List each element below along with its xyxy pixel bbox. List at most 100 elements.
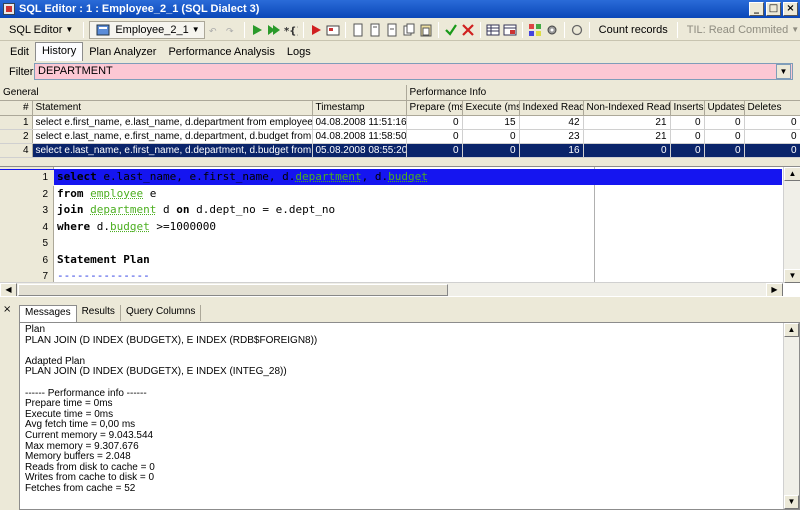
scroll-up-icon[interactable]: ▲ [784,323,799,337]
editor-horizontal-scrollbar[interactable]: ◀ ▶ [0,282,783,297]
sql-keyword: on [176,203,190,216]
sql-keyword: Statement Plan [57,252,150,266]
statement-cell: select e.last_name, e.first_name, d.depa… [32,143,313,158]
sql-editor-label: SQL Editor [9,23,63,36]
col-num-header[interactable]: # [0,100,33,116]
col-statement-header[interactable]: Statement [32,100,313,116]
indexed-reads-cell: 42 [519,115,584,130]
col-execute-header[interactable]: Execute (ms) [462,100,520,116]
table-row[interactable]: 1 select e.first_name, e.last_name, d.dep… [0,115,800,130]
database-icon [94,21,112,39]
deletes-cell: 0 [744,129,800,144]
tab-performance-analysis[interactable]: Performance Analysis [162,44,280,61]
editor-line[interactable]: 5 [0,235,782,251]
grid-export-icon[interactable] [503,21,517,39]
message-line: PLAN JOIN (D INDEX (BUDGETX), E INDEX (I… [25,366,287,378]
editor-line[interactable]: 1 select e.last_name, e.first_name, d.dep… [0,169,782,186]
execute-cell: 15 [462,115,520,130]
config-icon[interactable] [545,21,559,39]
message-line: Current memory = 9.043.544 [25,429,154,441]
line-number: 6 [42,254,48,266]
tab-results[interactable]: Results [77,305,121,321]
col-updates-header[interactable]: Updates [704,100,745,116]
sql-text: , d. [361,170,389,183]
prepare-cell: 0 [406,129,463,144]
sql-text: d.dept_no = e.dept_no [189,203,336,216]
tab-messages[interactable]: Messages [19,305,77,323]
scroll-right-icon[interactable]: ▶ [766,283,783,297]
messages-vertical-scrollbar[interactable]: ▲ ▼ [783,323,799,509]
col-timestamp-header[interactable]: Timestamp [312,100,407,116]
tab-edit[interactable]: Edit [4,44,35,61]
non-indexed-reads-cell: 21 [583,115,671,130]
chevron-down-icon: ▼ [65,25,74,34]
table-row[interactable]: 4 select e.last_name, e.first_name, d.dep… [0,143,800,158]
horizontal-scroll-thumb[interactable] [18,284,448,296]
indexed-reads-cell: 23 [519,129,584,144]
editor-line[interactable]: 2 from employee e [0,186,782,202]
run-step-icon[interactable] [267,21,281,39]
save-doc-icon[interactable] [385,21,399,39]
sql-table-name: department [90,203,157,216]
refresh-icon[interactable] [570,21,584,39]
plan-icon[interactable] [326,21,340,39]
editor-line[interactable]: 6 Statement Plan [0,252,782,268]
messages-box[interactable]: Plan PLAN JOIN (D INDEX (BUDGETX), E INDE… [19,322,800,510]
grid-edit-icon[interactable] [486,21,500,39]
close-button[interactable]: × [783,2,798,16]
sql-text: e [143,186,157,200]
database-dropdown[interactable]: Employee_2_1 ▼ [89,20,205,39]
code-text: from employee e [57,186,156,202]
row-number: 4 [0,143,33,158]
tab-logs[interactable]: Logs [281,44,317,61]
copy-doc-icon[interactable] [402,21,416,39]
editor-vertical-scrollbar[interactable]: ▲ ▼ [783,167,800,283]
sql-editor[interactable]: 1 select e.last_name, e.first_name, d.dep… [0,166,800,299]
sql-keyword: join [57,203,91,216]
tab-plan-analyzer[interactable]: Plan Analyzer [83,44,162,61]
col-indexed-reads-header[interactable]: Indexed Reads [519,100,584,116]
stop-icon[interactable] [309,21,323,39]
til-dropdown[interactable]: TIL: Read Commited ▼ [683,21,800,39]
col-non-indexed-reads-header[interactable]: Non-Indexed Reads [583,100,671,116]
commit-icon[interactable] [444,21,458,39]
run-icon[interactable] [250,21,264,39]
code-text: where d.budget >=1000000 [57,219,216,235]
statement-cell: select e.last_name, e.first_name, d.depa… [32,129,313,144]
code-text: join department d on d.dept_no = e.dept_… [57,202,335,218]
paste-doc-icon[interactable] [419,21,433,39]
scroll-up-icon[interactable]: ▲ [784,167,800,181]
settings-icon[interactable] [528,21,542,39]
new-doc-icon[interactable] [351,21,365,39]
maximize-button[interactable]: □ [766,2,781,16]
count-records-button[interactable]: Count records [595,21,672,39]
tab-history[interactable]: History [34,42,84,61]
back-icon[interactable]: ↶ [208,21,222,39]
sql-editor-dropdown[interactable]: SQL Editor ▼ [4,21,78,39]
inserts-cell: 0 [670,143,705,158]
filter-value: DEPARTMENT [38,65,113,77]
prepare-cell: 0 [406,143,463,158]
table-row[interactable]: 2 select e.last_name, e.first_name, d.dep… [0,129,800,144]
rollback-icon[interactable] [461,21,475,39]
scroll-down-icon[interactable]: ▼ [784,269,800,283]
scroll-left-icon[interactable]: ◀ [0,283,17,297]
close-icon[interactable]: × [3,304,11,315]
run-script-icon[interactable]: *{} [284,21,298,39]
deletes-cell: 0 [744,143,800,158]
col-deletes-header[interactable]: Deletes [744,100,800,116]
group-general-header: General [0,85,407,101]
col-prepare-header[interactable]: Prepare (ms) [406,100,463,116]
open-doc-icon[interactable] [368,21,382,39]
tab-query-columns[interactable]: Query Columns [121,305,202,321]
filter-input[interactable]: DEPARTMENT ▼ [34,63,793,80]
editor-line[interactable]: 3 join department d on d.dept_no = e.dept… [0,202,782,218]
forward-icon[interactable]: ↷ [225,21,239,39]
minimize-button[interactable]: _ [749,2,764,16]
editor-line[interactable]: 4 where d.budget >=1000000 [0,219,782,235]
sql-text: d [156,203,177,216]
scroll-down-icon[interactable]: ▼ [784,495,799,509]
filter-dropdown-button[interactable]: ▼ [776,64,791,79]
updates-cell: 0 [704,129,745,144]
col-inserts-header[interactable]: Inserts [670,100,705,116]
